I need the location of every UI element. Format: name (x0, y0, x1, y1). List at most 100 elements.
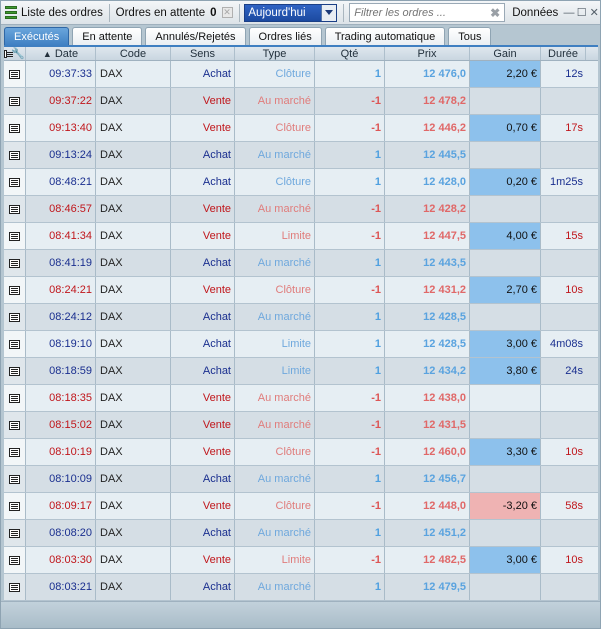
tab-tous[interactable]: Tous (448, 27, 492, 46)
clear-filter-icon[interactable]: ✖ (490, 6, 500, 20)
table-row[interactable]: 08:18:59 DAX Achat Limite 1 12 434,2 3,80 € 24s (4, 358, 598, 385)
column-type[interactable]: Type (235, 47, 315, 60)
order-detail-cell[interactable] (4, 358, 26, 384)
minimize-icon[interactable]: — (563, 6, 575, 20)
order-detail-cell[interactable] (4, 385, 26, 411)
document-icon[interactable] (9, 96, 20, 106)
order-time: 08:24:21 (26, 277, 96, 303)
data-menu-label: Données (512, 6, 559, 19)
document-icon[interactable] (9, 339, 20, 349)
order-detail-cell[interactable] (4, 88, 26, 114)
document-icon[interactable] (9, 69, 20, 79)
order-detail-cell[interactable] (4, 439, 26, 465)
document-icon[interactable] (9, 420, 20, 430)
order-detail-cell[interactable] (4, 196, 26, 222)
order-detail-cell[interactable] (4, 331, 26, 357)
document-icon[interactable] (9, 285, 20, 295)
table-row[interactable]: 08:03:21 DAX Achat Au marché 1 12 479,5 (4, 574, 598, 601)
order-detail-cell[interactable] (4, 142, 26, 168)
table-row[interactable]: 08:10:19 DAX Vente Clôture -1 12 460,0 3,30 € 1… (4, 439, 598, 466)
column-code[interactable]: Code (96, 47, 171, 60)
table-row[interactable]: 08:08:20 DAX Achat Au marché 1 12 451,2 (4, 520, 598, 547)
table-row[interactable]: 09:13:24 DAX Achat Au marché 1 12 445,5 (4, 142, 598, 169)
document-icon[interactable] (9, 177, 20, 187)
document-icon[interactable] (9, 582, 20, 592)
close-icon[interactable]: ✕ (588, 6, 600, 20)
tab-en-attente[interactable]: En attente (72, 27, 143, 46)
table-row[interactable]: 08:15:02 DAX Vente Au marché -1 12 431,5 (4, 412, 598, 439)
order-detail-cell[interactable] (4, 250, 26, 276)
period-select[interactable]: Aujourd'hui (244, 3, 338, 22)
document-icon[interactable] (9, 393, 20, 403)
wrench-icon[interactable]: 🔧 (11, 47, 25, 60)
order-list-title[interactable]: Liste des ordres (1, 1, 107, 25)
document-icon[interactable] (9, 312, 20, 322)
order-detail-cell[interactable] (4, 412, 26, 438)
pending-orders[interactable]: Ordres en attente 0 ✕ (112, 1, 237, 25)
tab-exécutés[interactable]: Exécutés (4, 27, 70, 46)
table-row[interactable]: 08:41:34 DAX Vente Limite -1 12 447,5 4,00 € 15… (4, 223, 598, 250)
order-prix: 12 448,0 (385, 493, 470, 519)
order-detail-cell[interactable] (4, 169, 26, 195)
column-qte[interactable]: Qté (315, 47, 385, 60)
table-row[interactable]: 08:41:19 DAX Achat Au marché 1 12 443,5 (4, 250, 598, 277)
order-detail-cell[interactable] (4, 304, 26, 330)
chevron-down-icon[interactable] (321, 4, 337, 21)
tab-ordres-liés[interactable]: Ordres liés (248, 27, 322, 46)
document-icon[interactable] (9, 528, 20, 538)
order-detail-cell[interactable] (4, 223, 26, 249)
document-icon[interactable] (9, 204, 20, 214)
status-footer (1, 601, 600, 628)
order-sens: Vente (171, 277, 235, 303)
maximize-icon[interactable]: ☐ (576, 6, 588, 20)
column-prix[interactable]: Prix (385, 47, 470, 60)
document-icon[interactable] (9, 366, 20, 376)
order-detail-cell[interactable] (4, 520, 26, 546)
pending-close-icon[interactable]: ✕ (221, 7, 233, 18)
order-code: DAX (96, 250, 171, 276)
column-sens[interactable]: Sens (171, 47, 235, 60)
table-row[interactable]: 09:13:40 DAX Vente Clôture -1 12 446,2 0,70 € 1… (4, 115, 598, 142)
column-date[interactable]: ▲ Date (26, 47, 96, 60)
document-icon[interactable] (9, 447, 20, 457)
order-detail-cell[interactable] (4, 547, 26, 573)
table-row[interactable]: 08:09:17 DAX Vente Clôture -1 12 448,0 -3,20 €… (4, 493, 598, 520)
table-row[interactable]: 08:24:12 DAX Achat Au marché 1 12 428,5 (4, 304, 598, 331)
order-duree: 4m08s (549, 338, 583, 350)
order-qte: 1 (315, 169, 385, 195)
order-duree: 24s (565, 365, 583, 377)
table-row[interactable]: 09:37:33 DAX Achat Clôture 1 12 476,0 2,20 € 12… (4, 61, 598, 88)
order-detail-cell[interactable] (4, 493, 26, 519)
document-icon[interactable] (9, 555, 20, 565)
document-icon[interactable] (9, 258, 20, 268)
order-detail-cell[interactable] (4, 115, 26, 141)
document-icon[interactable] (9, 231, 20, 241)
filter-field[interactable]: ✖ (349, 3, 506, 22)
table-row[interactable]: 08:19:10 DAX Achat Limite 1 12 428,5 3,00 € 4m0… (4, 331, 598, 358)
table-row[interactable]: 08:24:21 DAX Vente Clôture -1 12 431,2 2,70 € 1… (4, 277, 598, 304)
tab-trading-automatique[interactable]: Trading automatique (324, 27, 446, 46)
filter-input[interactable] (354, 6, 491, 19)
table-row[interactable]: 08:46:57 DAX Vente Au marché -1 12 428,2 (4, 196, 598, 223)
table-row[interactable]: 08:03:30 DAX Vente Limite -1 12 482,5 3,00 € 10… (4, 547, 598, 574)
order-prix: 12 447,5 (385, 223, 470, 249)
document-icon[interactable] (9, 501, 20, 511)
document-icon[interactable] (9, 123, 20, 133)
table-row[interactable]: 08:10:09 DAX Achat Au marché 1 12 456,7 (4, 466, 598, 493)
order-detail-cell[interactable] (4, 277, 26, 303)
order-detail-cell[interactable] (4, 574, 26, 600)
order-prix: 12 438,0 (385, 385, 470, 411)
order-duree: 15s (565, 230, 583, 242)
document-icon[interactable] (9, 150, 20, 160)
order-detail-cell[interactable] (4, 466, 26, 492)
column-icons-header[interactable]: 🔧 (4, 47, 26, 60)
document-icon[interactable] (9, 474, 20, 484)
table-row[interactable]: 08:18:35 DAX Vente Au marché -1 12 438,0 (4, 385, 598, 412)
table-row[interactable]: 09:37:22 DAX Vente Au marché -1 12 478,2 (4, 88, 598, 115)
data-menu[interactable]: Données (508, 1, 562, 25)
column-gain[interactable]: Gain (470, 47, 541, 60)
tab-annulés-rejetés[interactable]: Annulés/Rejetés (145, 27, 246, 46)
table-row[interactable]: 08:48:21 DAX Achat Clôture 1 12 428,0 0,20 € 1m… (4, 169, 598, 196)
order-detail-cell[interactable] (4, 61, 26, 87)
column-duree[interactable]: Durée (541, 47, 586, 60)
